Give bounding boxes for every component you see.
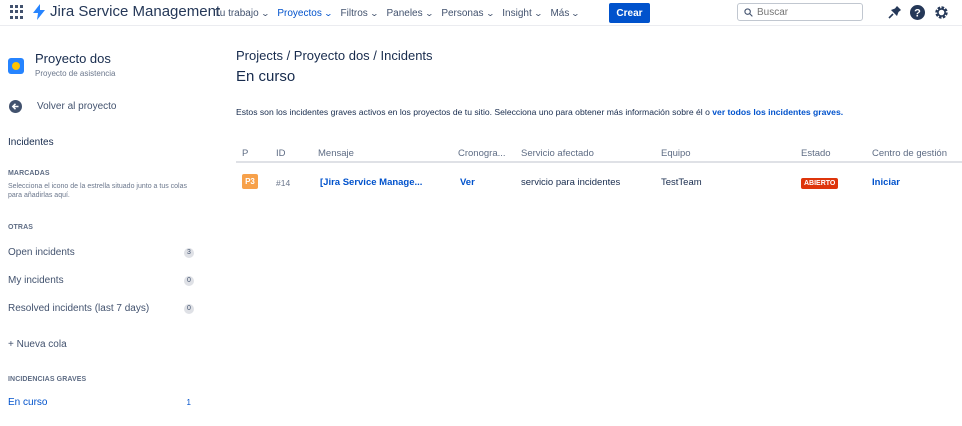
arrow-left-icon [9,100,22,113]
nav-proyectos[interactable]: Proyectos ⌄ [277,7,333,19]
nav-label: Paneles [386,7,423,19]
incidents-heading[interactable]: Incidentes [8,137,54,148]
affected-service: servicio para incidentes [521,177,621,188]
start-command-center-link[interactable]: Iniciar [872,177,900,188]
breadcrumb[interactable]: Projects / Proyecto dos / Incidents [236,48,433,63]
jira-logo-icon [33,3,45,20]
queue-label: My incidents [8,275,64,286]
column-header-status[interactable]: Estado [801,148,831,159]
marked-section-description: Selecciona el icono de la estrella situa… [8,183,187,199]
view-all-major-incidents-link[interactable]: ver todos los incidentes graves. [712,107,843,117]
intro-description: Estos son los incidentes graves activos … [236,107,713,117]
queue-count: 0 [184,275,194,286]
product-logo[interactable]: Jira Service Management [32,3,220,20]
table-header: P ID Mensaje Cronogra... Servicio afecta… [236,148,962,163]
chevron-down-icon: ⌄ [369,8,379,18]
search-box[interactable] [737,3,863,21]
back-to-project-link[interactable]: Volver al proyecto [9,100,117,113]
help-icon[interactable]: ? [909,4,926,21]
nav-insight[interactable]: Insight ⌄ [502,7,543,19]
search-input[interactable] [757,6,857,18]
queue-label: En curso [8,397,48,408]
major-incidents-in-progress[interactable]: En curso 1 [8,397,194,408]
status-badge: ABIERTO [801,178,839,189]
column-header-team[interactable]: Equipo [661,148,691,159]
incident-id: #14 [276,178,291,188]
project-avatar-icon [12,62,20,70]
project-name[interactable]: Proyecto dos [35,51,111,66]
nav-mas[interactable]: Más ⌄ [550,7,581,19]
major-incidents-section-title: INCIDENCIAS GRAVES [8,376,87,383]
app-switcher-icon[interactable] [10,5,24,19]
chevron-down-icon: ⌄ [323,8,333,18]
incident-message-link[interactable]: [Jira Service Manage... [320,177,422,188]
nav-label: Más [550,7,570,19]
nav-label: Personas [441,7,484,19]
priority-badge: P3 [242,174,258,189]
project-type: Proyecto de asistencia [35,69,116,78]
nav-filtros[interactable]: Filtros ⌄ [340,7,379,19]
column-header-message[interactable]: Mensaje [318,148,354,159]
page-title: En curso [236,68,296,85]
column-header-priority[interactable]: P [242,148,248,159]
nav-label: Filtros [340,7,368,19]
chevron-down-icon: ⌄ [571,8,581,18]
notifications-icon[interactable] [886,4,903,21]
chevron-down-icon: ⌄ [533,8,543,18]
queue-count: 3 [184,247,194,258]
queue-open-incidents[interactable]: Open incidents 3 [8,247,194,258]
nav-label: Insight [502,7,532,19]
search-icon [744,7,753,17]
svg-text:?: ? [914,7,921,19]
settings-icon[interactable] [933,4,950,21]
column-header-timeline[interactable]: Cronogra... [458,148,506,159]
queue-label: Resolved incidents (last 7 days) [8,303,150,314]
queue-resolved-incidents[interactable]: Resolved incidents (last 7 days) 0 [8,303,194,314]
chevron-down-icon: ⌄ [485,8,495,18]
timeline-view-link[interactable]: Ver [460,177,475,188]
queue-my-incidents[interactable]: My incidents 0 [8,275,194,286]
table-row[interactable]: P3 #14 [Jira Service Manage... Ver servi… [236,170,962,196]
column-header-id[interactable]: ID [276,148,286,159]
team-name: TestTeam [661,177,702,188]
other-section-title: OTRAS [8,224,33,231]
intro-text: Estos son los incidentes graves activos … [236,107,843,117]
queue-count: 0 [184,303,194,314]
top-navigation-bar: Jira Service Management Tu trabajo ⌄ Proy… [0,0,962,26]
nav-label: Proyectos [277,7,322,19]
create-button[interactable]: Crear [609,3,650,23]
primary-nav: Tu trabajo ⌄ Proyectos ⌄ Filtros ⌄ Paneles ⌄… [214,0,588,26]
nav-paneles[interactable]: Paneles ⌄ [386,7,434,19]
back-to-project-label: Volver al proyecto [37,101,117,112]
marked-section-title: MARCADAS [8,170,50,177]
chevron-down-icon: ⌄ [424,8,434,18]
column-header-command-center[interactable]: Centro de gestión [872,148,947,159]
queue-label: Open incidents [8,247,75,258]
product-name: Jira Service Management [50,3,221,20]
chevron-down-icon: ⌄ [260,8,270,18]
nav-tu-trabajo[interactable]: Tu trabajo ⌄ [214,7,270,19]
nav-label: Tu trabajo [214,7,259,19]
nav-personas[interactable]: Personas ⌄ [441,7,495,19]
project-avatar [8,58,24,74]
queue-count: 1 [186,398,191,407]
new-queue-link[interactable]: + Nueva cola [8,339,67,350]
column-header-affected-service[interactable]: Servicio afectado [521,148,594,159]
